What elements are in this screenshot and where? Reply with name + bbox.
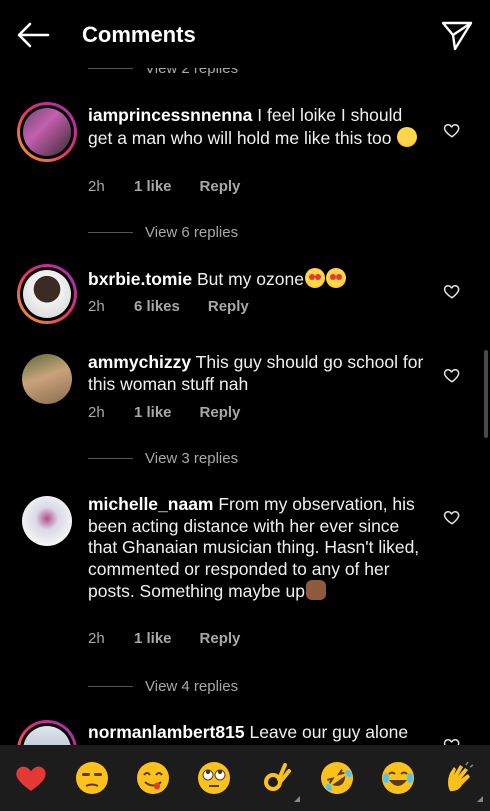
- reply-button[interactable]: Reply: [208, 298, 249, 315]
- comment-likes[interactable]: 1 like: [134, 404, 172, 421]
- comment-meta: 2h 6 likes Reply: [88, 298, 249, 315]
- page-title: Comments: [82, 22, 196, 47]
- comment-username[interactable]: bxrbie.tomie: [88, 269, 192, 289]
- like-heart-icon[interactable]: [443, 366, 461, 384]
- scrollbar[interactable]: [484, 350, 488, 438]
- view-replies-link[interactable]: View 3 replies: [88, 446, 238, 470]
- view-replies-link[interactable]: View 6 replies: [88, 220, 238, 244]
- send-direct-icon[interactable]: [440, 18, 474, 52]
- view-replies-text: View 6 replies: [145, 223, 239, 241]
- like-heart-icon[interactable]: [443, 282, 461, 300]
- rolling-on-floor-laughing-icon: [320, 762, 353, 794]
- comment-likes[interactable]: 1 like: [134, 630, 172, 647]
- reply-button[interactable]: Reply: [200, 404, 241, 421]
- like-heart-icon[interactable]: [443, 508, 461, 526]
- skin-tone-indicator: [293, 796, 300, 802]
- face-savoring-food-icon: [137, 762, 170, 794]
- comment-likes[interactable]: 6 likes: [134, 298, 180, 315]
- reply-button[interactable]: Reply: [200, 630, 241, 647]
- comment-likes[interactable]: 1 like: [134, 178, 172, 195]
- rolling-on-floor-laughing-emoji-button[interactable]: [319, 760, 355, 796]
- comment-username[interactable]: iamprincessnnenna: [88, 105, 252, 125]
- red-heart-emoji-button[interactable]: [13, 760, 49, 796]
- comment-meta: 2h 1 like Reply: [88, 404, 240, 421]
- comment-time: 2h: [88, 298, 105, 315]
- view-replies-text: View 4 replies: [145, 677, 239, 695]
- comment-text: michelle_naam From my observation, his b…: [88, 494, 428, 603]
- comment-username[interactable]: michelle_naam: [88, 494, 213, 514]
- comment-text: ammychizzy This guy should go school for…: [88, 352, 428, 395]
- person-shrugging-icon: [305, 580, 326, 600]
- comment-time: 2h: [88, 178, 105, 195]
- crying-face-icon: [397, 126, 418, 147]
- comment-text: iamprincessnnenna I feel loike I should …: [88, 105, 428, 149]
- comment-username[interactable]: ammychizzy: [88, 352, 191, 372]
- comments-list[interactable]: View 2 replies iamprincessnnenna I feel …: [0, 0, 490, 745]
- divider-line: [88, 457, 133, 459]
- comment-text: normanlambert815 Leave our guy alone: [88, 722, 428, 744]
- comment-body: But my ozone: [196, 269, 304, 289]
- ok-hand-icon: [263, 763, 291, 791]
- comment-text: bxrbie.tomie But my ozone: [88, 268, 428, 291]
- comment-username[interactable]: normanlambert815: [88, 722, 245, 742]
- face-savoring-food-emoji-button[interactable]: [135, 760, 171, 796]
- face-with-rolling-eyes-icon: [198, 762, 231, 794]
- clapping-hands-emoji-button[interactable]: [441, 760, 484, 802]
- heart-eyes-icon: [304, 268, 325, 288]
- emoji-quick-bar: [0, 745, 490, 811]
- unamused-face-icon: [75, 762, 108, 794]
- avatar[interactable]: [17, 720, 77, 745]
- avatar[interactable]: [17, 102, 77, 162]
- unamused-face-emoji-button[interactable]: [74, 760, 110, 796]
- avatar[interactable]: [17, 264, 77, 324]
- ok-hand-emoji-button[interactable]: [258, 760, 300, 802]
- divider-line: [88, 685, 133, 687]
- comment-meta: 2h 1 like Reply: [88, 178, 240, 195]
- avatar[interactable]: [22, 354, 72, 404]
- skin-tone-indicator: [477, 796, 484, 802]
- heart-eyes-icon: [325, 268, 346, 288]
- face-with-rolling-eyes-emoji-button[interactable]: [196, 760, 232, 796]
- top-bar: Comments: [0, 0, 490, 68]
- clapping-hands-icon: [448, 761, 474, 792]
- comment-time: 2h: [88, 404, 105, 421]
- comment-time: 2h: [88, 630, 105, 647]
- comment-body: Leave our guy alone: [249, 722, 409, 742]
- view-replies-link[interactable]: View 4 replies: [88, 674, 238, 698]
- back-arrow-icon[interactable]: [14, 18, 52, 52]
- avatar[interactable]: [22, 496, 72, 546]
- reply-button[interactable]: Reply: [200, 178, 241, 195]
- face-with-tears-of-joy-icon: [382, 762, 415, 794]
- red-heart-icon: [15, 766, 46, 791]
- view-replies-text: View 3 replies: [145, 449, 239, 467]
- like-heart-icon[interactable]: [443, 121, 461, 139]
- comment-meta: 2h 1 like Reply: [88, 630, 240, 647]
- like-heart-icon[interactable]: [443, 736, 461, 745]
- tears-of-joy-emoji-button[interactable]: [380, 760, 416, 796]
- divider-line: [88, 231, 133, 233]
